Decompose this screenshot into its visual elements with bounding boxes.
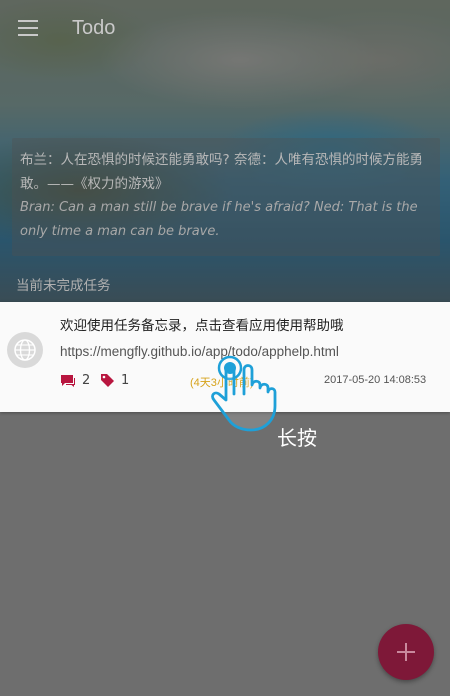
- quote-chinese: 布兰：人在恐惧的时候还能勇敢吗? 奈德：人唯有恐惧的时候方能勇敢。——《权力的游…: [20, 152, 423, 192]
- comment-count: 2: [82, 373, 91, 388]
- task-title: 欢迎使用任务备忘录，点击查看应用使用帮助哦: [60, 318, 344, 334]
- hand-pointer-icon: [211, 355, 277, 432]
- comment-icon: [61, 375, 75, 387]
- hamburger-menu-icon[interactable]: [18, 20, 38, 36]
- tag-icon: [101, 374, 114, 387]
- app-screen: Todo 布兰：人在恐惧的时候还能勇敢吗? 奈德：人唯有恐惧的时候方能勇敢。——…: [0, 0, 450, 696]
- quote-english: Bran: Can a man still be brave if he's a…: [20, 200, 418, 239]
- app-title: Todo: [72, 17, 116, 39]
- plus-icon: [397, 643, 415, 661]
- section-header-incomplete-tasks: 当前未完成任务: [16, 278, 111, 294]
- add-task-button[interactable]: [378, 624, 434, 680]
- task-url[interactable]: https://mengfly.github.io/app/todo/apphe…: [60, 344, 339, 359]
- toolbar: Todo: [0, 0, 450, 58]
- quote-card: 布兰：人在恐惧的时候还能勇敢吗? 奈德：人唯有恐惧的时候方能勇敢。——《权力的游…: [12, 138, 440, 256]
- long-press-label: 长按: [277, 426, 317, 450]
- tag-count: 1: [121, 373, 130, 388]
- globe-icon: [7, 332, 43, 368]
- absolute-time: 2017-05-20 14:08:53: [324, 374, 427, 386]
